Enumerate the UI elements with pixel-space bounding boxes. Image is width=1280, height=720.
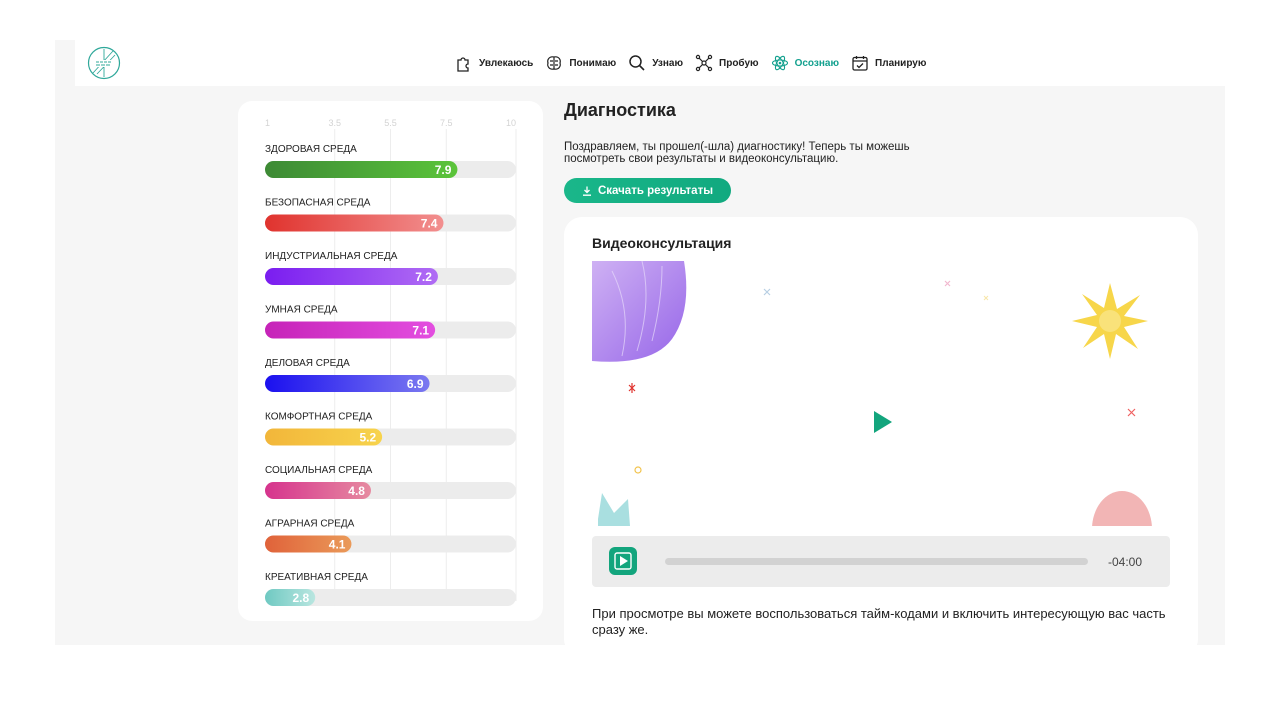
category-label: КРЕАТИВНАЯ СРЕДА bbox=[265, 572, 368, 583]
top-navigation-bar: Увлекаюсь Понимаю Узнаю Пробую Осознаю П… bbox=[75, 40, 1225, 86]
nav-item-proboyu[interactable]: Пробую bbox=[695, 54, 759, 72]
bar bbox=[265, 214, 444, 232]
bar bbox=[265, 161, 458, 178]
calendar-icon bbox=[852, 56, 868, 71]
download-results-label: Скачать результаты bbox=[597, 184, 714, 197]
nav-label: Планирую bbox=[875, 57, 927, 69]
category-label: КОМФОРТНАЯ СРЕДА bbox=[265, 412, 373, 423]
category-label: БЕЗОПАСНАЯ СРЕДА bbox=[265, 198, 371, 209]
puzzle-icon bbox=[457, 57, 469, 72]
page-title: Диагностика bbox=[564, 100, 676, 120]
timecodes-note: При просмотре вы можете воспользоваться … bbox=[592, 606, 1166, 637]
bar-value-label: 2.8 bbox=[293, 591, 310, 605]
bar-value-label: 5.2 bbox=[359, 431, 376, 445]
results-chart-card: 1 3.5 5.5 7.5 10 ЗДОРОВАЯ СРЕДА 7.9 БЕЗОПАСНАЯ … bbox=[238, 101, 543, 621]
category-label: УМНАЯ СРЕДА bbox=[265, 305, 338, 316]
category-label: ИНДУСТРИАЛЬНАЯ СРЕДА bbox=[265, 251, 398, 262]
tick-label: 3.5 bbox=[328, 118, 341, 128]
network-icon bbox=[695, 54, 713, 72]
sun-decoration bbox=[1072, 283, 1148, 359]
nav-label: Пробую bbox=[719, 57, 759, 69]
nav-label: Увлекаюсь bbox=[479, 57, 534, 69]
nav-label: Осознаю bbox=[794, 57, 840, 69]
nav-item-uvlekayus[interactable]: Увлекаюсь bbox=[455, 54, 533, 72]
logo-icon[interactable] bbox=[87, 46, 121, 80]
video-player-controls: -04:00 bbox=[592, 536, 1170, 587]
nav-label: Понимаю bbox=[569, 57, 617, 69]
bar-value-label: 7.1 bbox=[412, 324, 429, 338]
video-preview-illustration bbox=[592, 261, 1152, 526]
atom-icon bbox=[771, 55, 788, 71]
bar-value-label: 7.4 bbox=[421, 217, 438, 231]
results-bar-chart: 1 3.5 5.5 7.5 10 ЗДОРОВАЯ СРЕДА 7.9 БЕЗОПАСНАЯ … bbox=[265, 118, 517, 606]
nav-label: Узнаю bbox=[652, 57, 684, 69]
category-label: ЗДОРОВАЯ СРЕДА bbox=[265, 144, 357, 155]
category-label: СОЦИАЛЬНАЯ СРЕДА bbox=[265, 465, 373, 476]
time-remaining: -04:00 bbox=[1108, 555, 1143, 569]
category-label: АГРАРНАЯ СРЕДА bbox=[265, 519, 355, 530]
nav-item-planiruyu[interactable]: Планирую bbox=[851, 54, 926, 72]
tick-label: 5.5 bbox=[384, 118, 397, 128]
main-nav: Увлекаюсь Понимаю Узнаю Пробую Осознаю П… bbox=[455, 54, 938, 72]
tick-label: 7.5 bbox=[440, 118, 453, 128]
bar-value-label: 7.9 bbox=[435, 163, 452, 177]
bar-value-label: 6.9 bbox=[407, 377, 424, 391]
video-preview[interactable] bbox=[592, 261, 1170, 526]
category-label: ДЕЛОВАЯ СРЕДА bbox=[265, 358, 350, 369]
bar bbox=[265, 268, 438, 285]
play-icon bbox=[614, 552, 632, 570]
tick-label: 10 bbox=[506, 118, 516, 128]
bar bbox=[265, 321, 436, 339]
brain-icon bbox=[547, 56, 562, 70]
bar-value-label: 4.1 bbox=[329, 538, 346, 552]
play-button[interactable] bbox=[609, 547, 637, 575]
bar-value-label: 7.2 bbox=[415, 270, 432, 284]
diagnostics-description: Поздравляем, ты прошел(-шла) диагностику… bbox=[564, 141, 910, 165]
page-background: Увлекаюсь Понимаю Узнаю Пробую Осознаю П… bbox=[55, 40, 1225, 657]
download-results-button[interactable]: Скачать результаты bbox=[564, 178, 731, 203]
center-play-icon bbox=[874, 411, 892, 433]
violet-blob-decoration bbox=[592, 261, 687, 362]
bar-value-label: 4.8 bbox=[348, 484, 365, 498]
video-consultation-card: Видеоконсультация -04:00 При просмотре в… bbox=[564, 217, 1198, 657]
nav-item-osoznayu[interactable]: Осознаю bbox=[771, 54, 839, 72]
tick-label: 1 bbox=[265, 118, 270, 128]
download-icon bbox=[582, 186, 591, 196]
search-icon bbox=[629, 55, 645, 71]
bar bbox=[265, 375, 430, 392]
progress-bar[interactable] bbox=[665, 558, 1088, 565]
nav-item-ponimayu[interactable]: Понимаю bbox=[545, 54, 616, 72]
video-title: Видеоконсультация bbox=[592, 235, 732, 251]
nav-item-uznayu[interactable]: Узнаю bbox=[628, 54, 683, 72]
